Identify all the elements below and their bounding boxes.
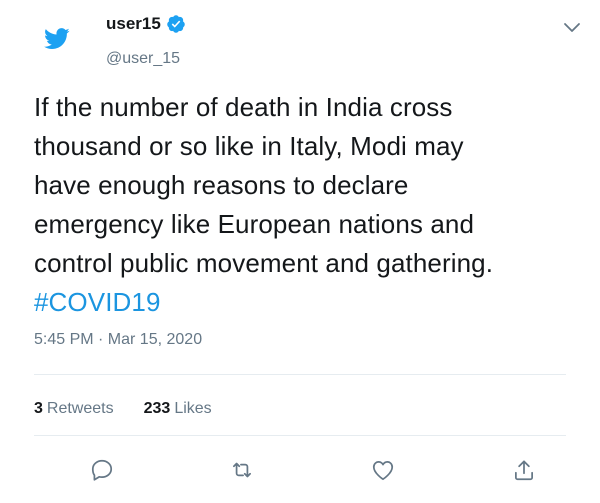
display-name[interactable]: user15 [106, 14, 161, 34]
reply-icon[interactable] [89, 457, 115, 483]
tweet-text-line: control public movement and gathering. [34, 248, 494, 278]
share-icon[interactable] [511, 457, 537, 483]
verified-badge-icon [166, 14, 186, 34]
likes-stat[interactable]: 233 Likes [144, 400, 212, 418]
tweet-stats: 3 Retweets 233 Likes [34, 400, 212, 418]
heart-icon[interactable] [370, 457, 396, 483]
tweet-text-line: have enough reasons to declare [34, 170, 409, 200]
divider [34, 374, 566, 375]
retweet-icon[interactable] [229, 457, 255, 483]
likes-count: 233 [143, 400, 171, 417]
tweet-text: If the number of death in India cross th… [34, 88, 594, 322]
tweet-timestamp[interactable]: 5:45 PM · Mar 15, 2020 [34, 331, 202, 349]
author-name-row: user15 [106, 14, 186, 34]
divider [34, 435, 566, 436]
retweets-count: 3 [34, 400, 43, 417]
tweet-actions [0, 457, 600, 485]
chevron-down-icon[interactable] [560, 18, 584, 38]
retweets-stat[interactable]: 3 Retweets [34, 400, 114, 418]
tweet-text-line: emergency like European nations and [34, 209, 475, 239]
hashtag-link[interactable]: #COVID19 [34, 283, 594, 322]
tweet-text-line: If the number of death in India cross [34, 92, 453, 122]
tweet-text-line: thousand or so like in Italy, Modi may [34, 131, 464, 161]
tweet-card: user15 @user_15 If the number of death i… [0, 0, 600, 503]
retweets-label: Retweets [46, 400, 114, 417]
likes-label: Likes [174, 400, 212, 417]
twitter-bird-icon[interactable] [44, 28, 70, 50]
user-handle[interactable]: @user_15 [106, 50, 180, 68]
